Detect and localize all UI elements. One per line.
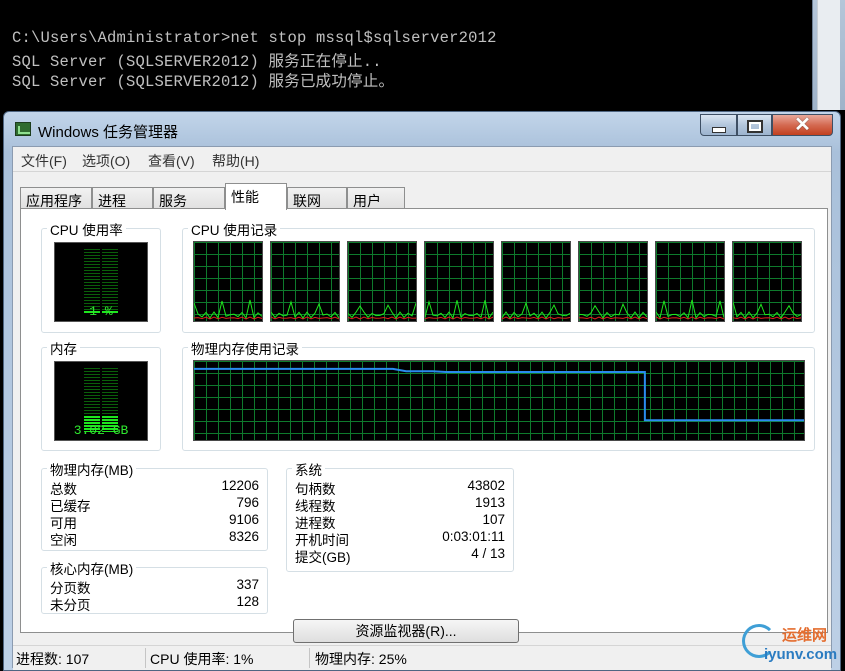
cpu-core-graph-0	[193, 241, 263, 322]
cpu-core-graph-5	[578, 241, 648, 322]
task-manager-window: Windows 任务管理器 ✕ 文件(F) 选项(O) 查看(V) 帮助(H) …	[3, 111, 841, 671]
cpu-core-kernel-line-6	[656, 316, 724, 320]
cpu-core-kernel-line-7	[733, 316, 801, 320]
cpu-core-kernel-line-4	[502, 316, 570, 320]
cpu-core-usage-line-0	[194, 299, 262, 320]
cpu-core-kernel-line-5	[579, 316, 647, 320]
maximize-button[interactable]	[737, 114, 772, 136]
physical-memory-group: 物理内存(MB) 总数 12206 已缓存 796 可用 9106 空闲 8326	[41, 459, 268, 551]
physical-memory-row-value-2: 9106	[228, 512, 259, 527]
cpu-usage-group: CPU 使用率 1 %	[41, 219, 161, 333]
memory-label: 内存	[47, 338, 80, 358]
performance-panel: CPU 使用率 1 % CPU 使用记录 内存 3.02 GB 物理内存使用记录…	[20, 208, 828, 643]
system-label: 系统	[292, 459, 325, 479]
minimize-button[interactable]	[700, 114, 737, 136]
cpu-core-graph-6	[655, 241, 725, 322]
memory-group: 内存 3.02 GB	[41, 338, 161, 451]
cpu-core-graph-4	[501, 241, 571, 322]
cpu-core-usage-line-2	[348, 303, 416, 319]
tab-strip: 应用程序 进程 服务 性能 联网 用户	[13, 183, 831, 210]
system-group: 系统 句柄数 43802 线程数 1913 进程数 107 开机时间 0:03:01:11 提交…	[286, 459, 514, 572]
menu-file[interactable]: 文件(F)	[21, 151, 67, 171]
console-line-stopped: SQL Server (SQLSERVER2012) 服务已成功停止。	[12, 73, 395, 91]
physical-memory-row-value-1: 796	[236, 495, 259, 510]
memory-history-label: 物理内存使用记录	[188, 338, 302, 358]
cpu-core-usage-line-4	[502, 301, 570, 319]
tab-services[interactable]: 服务	[153, 187, 225, 209]
cpu-core-usage-line-5	[579, 302, 647, 319]
memory-history-graph	[193, 360, 805, 441]
cpu-core-graph-1	[270, 241, 340, 322]
memory-history-line	[194, 367, 804, 422]
system-row-value-2: 107	[482, 512, 505, 527]
title-bar[interactable]: Windows 任务管理器 ✕	[4, 112, 840, 146]
cpu-core-usage-line-7	[733, 301, 801, 319]
window-title: Windows 任务管理器	[38, 124, 179, 141]
cpu-core-graph-2	[347, 241, 417, 322]
tab-networking[interactable]: 联网	[287, 187, 347, 209]
cpu-core-kernel-line-2	[348, 316, 416, 320]
task-manager-icon	[15, 122, 31, 136]
tab-users[interactable]: 用户	[347, 187, 405, 209]
memory-history-plot	[194, 367, 804, 422]
status-processes: 进程数: 107	[16, 651, 90, 667]
cpu-usage-label: CPU 使用率	[47, 219, 126, 239]
cpu-usage-meter: 1 %	[54, 242, 148, 322]
memory-value: 3.02 GB	[73, 423, 129, 438]
menu-options[interactable]: 选项(O)	[82, 151, 130, 171]
system-row-name-4: 提交(GB)	[295, 550, 351, 565]
status-cpu: CPU 使用率: 1%	[150, 651, 254, 667]
console-line-stopping: SQL Server (SQLSERVER2012) 服务正在停止..	[12, 53, 382, 71]
physical-memory-row-value-3: 8326	[228, 529, 259, 544]
watermark-line2: iyunv.com	[764, 646, 838, 663]
physical-memory-row-value-0: 12206	[221, 478, 259, 493]
cpu-core-graph-7	[732, 241, 802, 322]
window-client: 文件(F) 选项(O) 查看(V) 帮助(H) 应用程序 进程 服务 性能 联网…	[12, 146, 832, 670]
cpu-core-kernel-line-1	[271, 316, 339, 320]
system-row-value-1: 1913	[474, 495, 505, 510]
close-icon: ✕	[794, 114, 811, 136]
resource-monitor-button[interactable]: 资源监视器(R)...	[293, 619, 519, 643]
cpu-usage-value: 1 %	[89, 304, 113, 319]
menu-bar: 文件(F) 选项(O) 查看(V) 帮助(H)	[13, 147, 831, 172]
tab-performance[interactable]: 性能	[225, 183, 287, 210]
console-scrollbar[interactable]	[812, 0, 845, 110]
menu-view[interactable]: 查看(V)	[148, 151, 195, 171]
kernel-memory-row-value-0: 337	[236, 577, 259, 592]
maximize-icon	[746, 120, 763, 133]
system-row-value-3: 0:03:01:11	[442, 529, 505, 544]
kernel-memory-group: 核心内存(MB) 分页数 337 未分页 128	[41, 558, 268, 614]
physical-memory-row-name-3: 空闲	[50, 533, 77, 548]
kernel-memory-label: 核心内存(MB)	[47, 558, 137, 578]
status-memory: 物理内存: 25%	[315, 651, 407, 667]
close-button[interactable]: ✕	[772, 114, 833, 136]
cpu-core-usage-line-3	[425, 299, 493, 320]
cpu-core-usage-line-1	[271, 299, 339, 319]
kernel-memory-row-value-1: 128	[236, 594, 259, 609]
memory-history-group: 物理内存使用记录	[182, 338, 815, 451]
memory-meter: 3.02 GB	[54, 361, 148, 441]
cpu-history-group: CPU 使用记录	[182, 219, 815, 333]
system-row-value-0: 43802	[467, 478, 505, 493]
minimize-icon	[711, 127, 726, 133]
console-line-command: C:\Users\Administrator>net stop mssql$sq…	[12, 29, 497, 47]
tab-applications[interactable]: 应用程序	[20, 187, 92, 209]
cpu-core-graph-3	[424, 241, 494, 322]
cpu-core-kernel-line-0	[194, 316, 262, 320]
physical-memory-label: 物理内存(MB)	[47, 459, 137, 479]
cpu-history-label: CPU 使用记录	[188, 219, 281, 239]
site-watermark: 运维网 iyunv.com	[738, 622, 843, 670]
kernel-memory-row-name-1: 未分页	[50, 598, 91, 613]
cpu-core-kernel-line-3	[425, 316, 493, 320]
menu-help[interactable]: 帮助(H)	[212, 151, 259, 171]
watermark-line1: 运维网	[782, 627, 828, 644]
system-row-value-4: 4 / 13	[471, 546, 505, 561]
status-bar: 进程数: 107 CPU 使用率: 1% 物理内存: 25%	[13, 645, 831, 670]
tab-processes[interactable]: 进程	[92, 187, 153, 209]
cpu-core-usage-line-6	[656, 299, 724, 319]
